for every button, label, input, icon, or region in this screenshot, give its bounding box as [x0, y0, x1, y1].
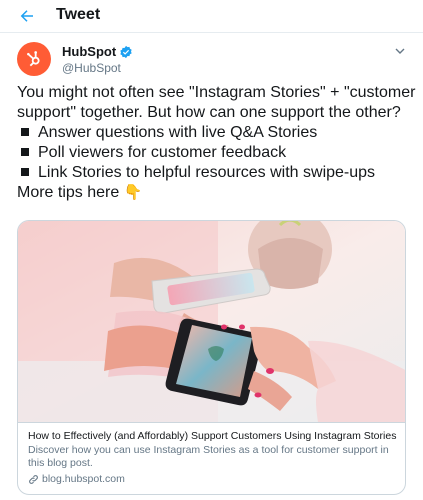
- bullet-square-icon: [21, 127, 29, 136]
- card-photo: [18, 221, 405, 422]
- card-description-line-1: Discover how you can use Instagram Stori…: [28, 444, 389, 456]
- card-description: Discover how you can use Instagram Stori…: [28, 444, 395, 470]
- chevron-down-icon: [395, 48, 405, 54]
- tweet-bullet: Answer questions with live Q&A Stories: [17, 123, 412, 143]
- card-title: How to Effectively (and Affordably) Supp…: [28, 430, 397, 442]
- tweet-bullet: Poll viewers for customer feedback: [17, 143, 412, 163]
- card-body: How to Effectively (and Affordably) Supp…: [18, 422, 405, 494]
- card-image: [18, 221, 405, 422]
- author-name-label: HubSpot: [62, 44, 117, 59]
- outro-text: More tips here: [17, 184, 120, 201]
- card-domain-text: blog.hubspot.com: [42, 473, 125, 485]
- back-button[interactable]: [16, 5, 38, 27]
- tweet-intro-line-2: support" together. But how can one suppo…: [17, 104, 401, 121]
- tweet-outro: More tips here 👇: [17, 183, 412, 203]
- tweet-header: Tweet: [0, 0, 423, 33]
- more-options-button[interactable]: [393, 44, 407, 58]
- page-title: Tweet: [56, 6, 101, 23]
- link-icon: [29, 474, 38, 484]
- verified-badge-icon: [120, 45, 132, 58]
- card-description-line-2: this blog post.: [28, 457, 93, 469]
- author-name[interactable]: HubSpot: [62, 44, 133, 59]
- arrow-left-icon: [20, 10, 33, 22]
- tweet-bullet: Link Stories to helpful resources with s…: [17, 163, 412, 183]
- bullet-square-icon: [21, 147, 29, 156]
- pointing-down-icon: 👇: [123, 184, 143, 201]
- card-domain: blog.hubspot.com: [28, 472, 395, 486]
- bullet-text: Link Stories to helpful resources with s…: [38, 164, 376, 181]
- link-preview-card[interactable]: How to Effectively (and Affordably) Supp…: [17, 220, 406, 495]
- hubspot-logo-icon: [27, 51, 40, 67]
- bullet-square-icon: [21, 167, 29, 176]
- bullet-text: Poll viewers for customer feedback: [38, 144, 287, 161]
- bullet-text: Answer questions with live Q&A Stories: [38, 124, 318, 141]
- tweet-intro-line-1: You might not often see "Instagram Stori…: [17, 84, 416, 101]
- author-handle[interactable]: @HubSpot: [62, 61, 121, 75]
- avatar[interactable]: [17, 42, 51, 76]
- tweet-text: You might not often see "Instagram Stori…: [17, 83, 416, 203]
